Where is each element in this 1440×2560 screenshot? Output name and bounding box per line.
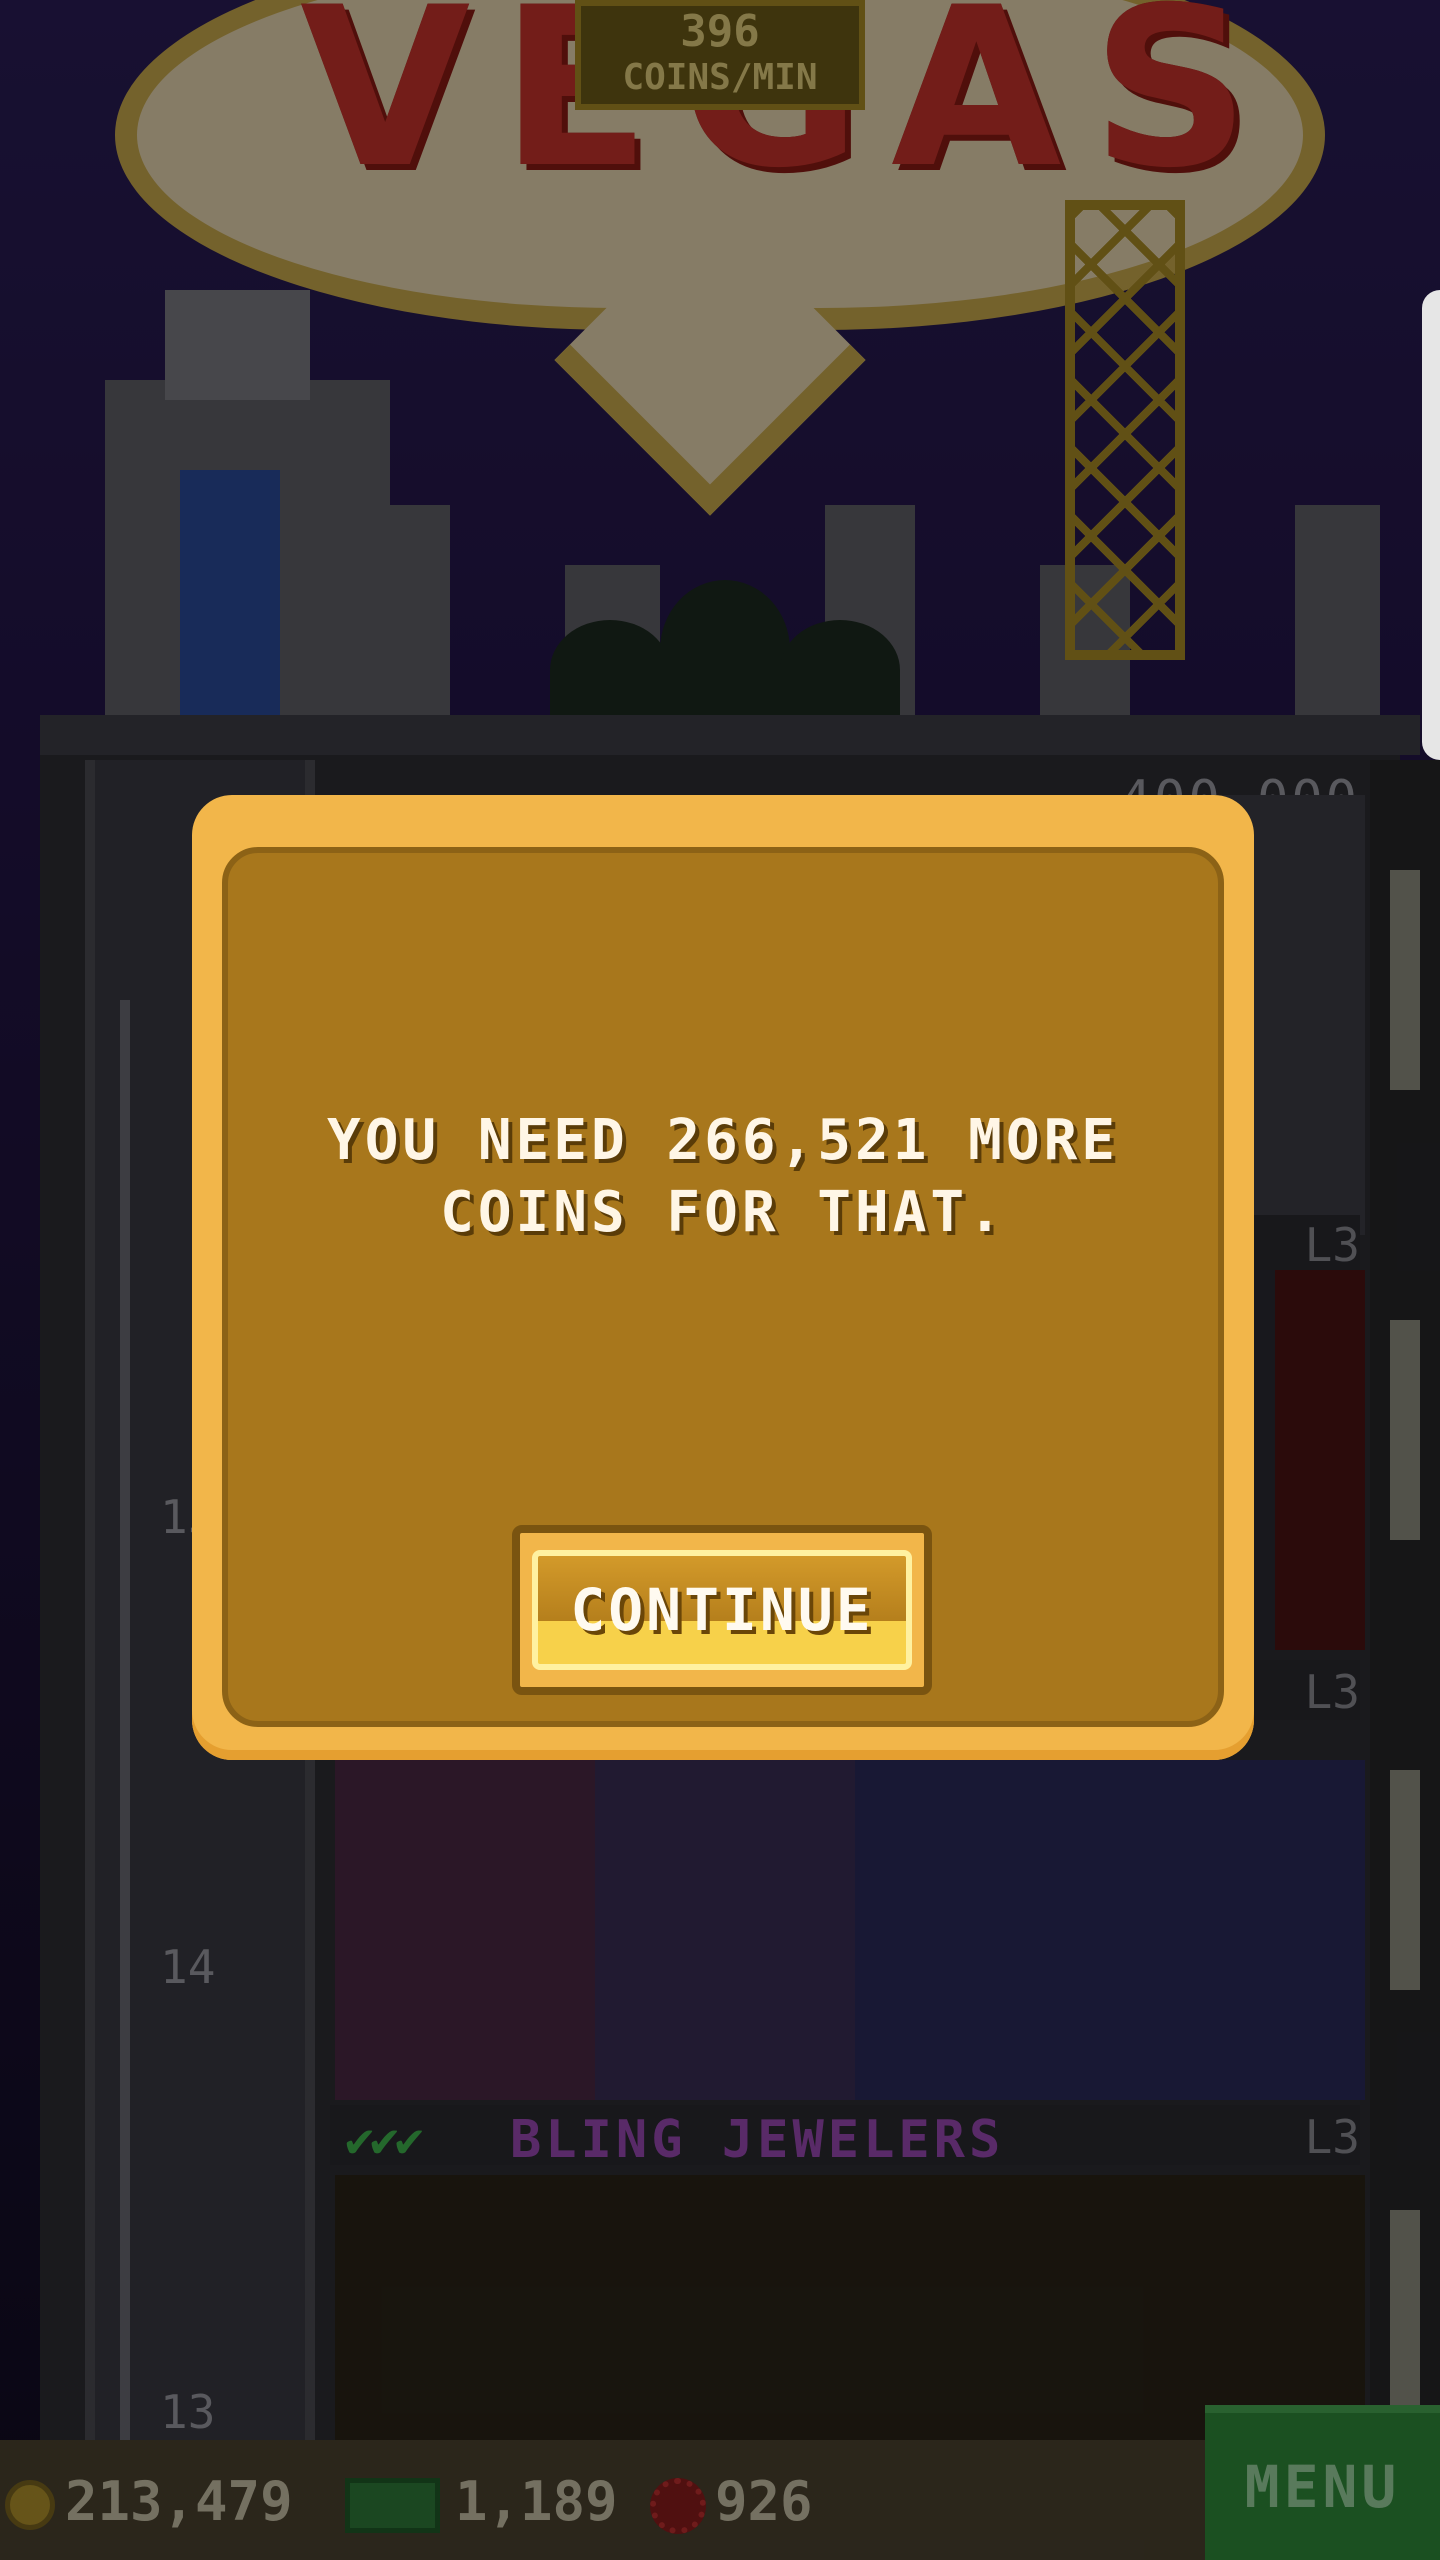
skyline-building [360, 505, 450, 720]
continue-button-label: CONTINUE [532, 1550, 912, 1670]
tower-roof [40, 715, 1420, 755]
floor-level: L3 [1304, 1665, 1360, 1719]
coin-count: 213,479 [65, 2470, 293, 2533]
gem-count: 926 [715, 2470, 813, 2533]
bux-count: 1,189 [455, 2470, 618, 2533]
rooftop-domes [550, 580, 910, 720]
floor-window [1390, 870, 1420, 1090]
coins-per-minute-label: COINS/MIN [622, 57, 818, 98]
floor-number: 14 [160, 1940, 216, 1994]
insufficient-coins-dialog: YOU NEED 266,521 MORE COINS FOR THAT. CO… [192, 795, 1254, 1760]
continue-button[interactable]: CONTINUE [512, 1525, 932, 1695]
skyline-building [1295, 505, 1380, 720]
dialog-message: YOU NEED 266,521 MORE COINS FOR THAT. [192, 1105, 1254, 1249]
floor-window [1390, 2210, 1420, 2430]
floor-window [1390, 1770, 1420, 1990]
dialog-message-line: YOU NEED 266,521 MORE [326, 1108, 1119, 1173]
skyline-building [165, 290, 310, 400]
construction-crane [1065, 200, 1185, 660]
gem-icon [650, 2478, 706, 2534]
coins-per-minute-box: 396 COINS/MIN [575, 0, 865, 110]
floor-level: L3 [1304, 1218, 1360, 1272]
floor-room-disco[interactable] [335, 1760, 1365, 2100]
menu-button[interactable]: MENU [1205, 2405, 1440, 2560]
tower-bux-icon [345, 2478, 440, 2533]
edge-panel-handle[interactable] [1422, 290, 1440, 760]
skyline-building-door [180, 470, 280, 720]
floor-level: L3 [1304, 2110, 1360, 2164]
floor-number: 13 [160, 2385, 216, 2439]
floor-name: BLING JEWELERS [510, 2110, 1005, 2170]
stock-checkmarks: ✔✔✔ [345, 2112, 424, 2168]
dialog-message-line: COINS FOR THAT. [440, 1180, 1006, 1245]
coin-icon [5, 2480, 55, 2530]
coins-per-minute-value: 396 [680, 6, 760, 57]
elevator-shaft [120, 1000, 130, 2440]
floor-window [1390, 1320, 1420, 1540]
